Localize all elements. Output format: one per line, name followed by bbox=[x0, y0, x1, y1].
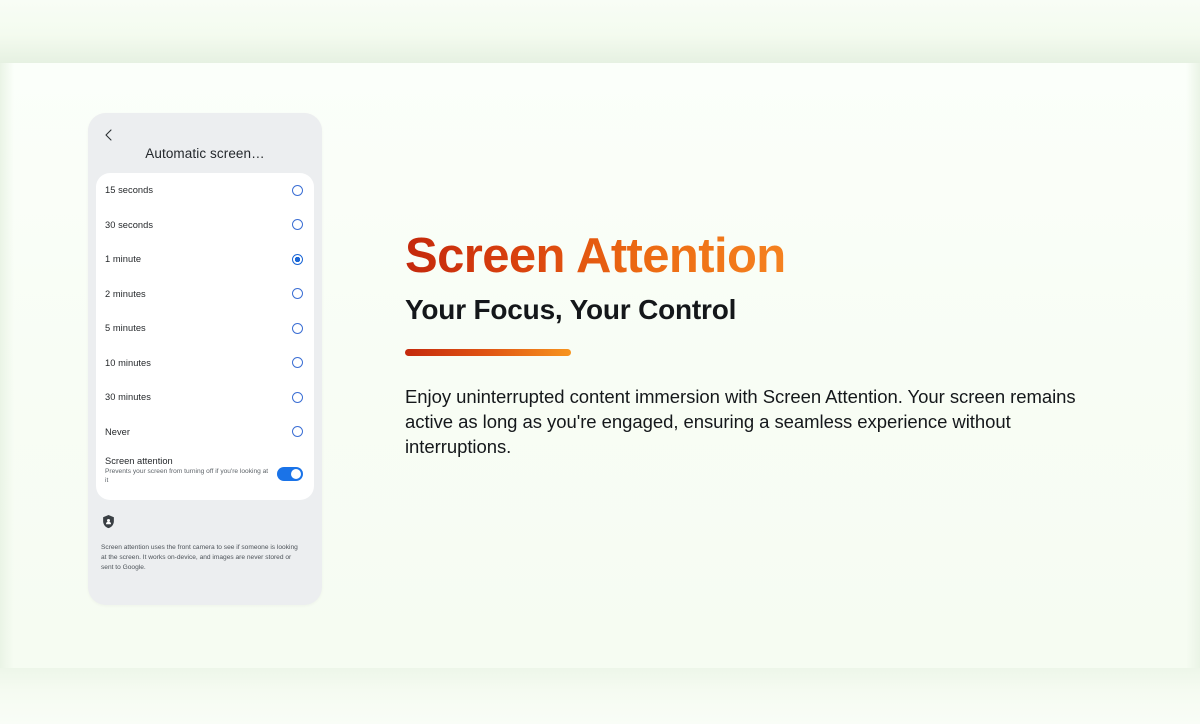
screen-attention-title: Screen attention bbox=[105, 456, 173, 466]
option-label: 15 seconds bbox=[105, 185, 154, 196]
background-edge-left bbox=[0, 63, 14, 668]
screen-attention-texts: Screen attention Prevents your screen fr… bbox=[105, 456, 270, 486]
phone-screen-title: Automatic screen… bbox=[145, 146, 265, 161]
list-item[interactable]: 2 minutes bbox=[96, 277, 314, 312]
radio-button-1-minute[interactable] bbox=[292, 253, 303, 265]
screen-attention-description: Prevents your screen from turning off if… bbox=[105, 468, 269, 484]
option-label: 5 minutes bbox=[105, 323, 146, 334]
radio-button-5-minutes[interactable] bbox=[292, 322, 303, 334]
list-item[interactable]: 30 seconds bbox=[96, 208, 314, 243]
marketing-content: Screen Attention Your Focus, Your Contro… bbox=[405, 229, 1135, 460]
page-title: Screen Attention bbox=[405, 229, 786, 283]
radio-button-2-minutes[interactable] bbox=[292, 288, 303, 300]
option-label: 30 seconds bbox=[105, 219, 154, 230]
body-paragraph: Enjoy uninterrupted content immersion wi… bbox=[405, 386, 1076, 458]
list-item[interactable]: Never bbox=[96, 415, 314, 450]
list-item[interactable]: 10 minutes bbox=[96, 346, 314, 381]
background-band-top bbox=[0, 0, 1200, 63]
list-item[interactable]: 30 minutes bbox=[96, 380, 314, 415]
page-subtitle: Your Focus, Your Control bbox=[405, 293, 737, 325]
screen-attention-row[interactable]: Screen attention Prevents your screen fr… bbox=[96, 449, 314, 498]
shield-privacy-icon bbox=[101, 514, 116, 529]
radio-button-30-minutes[interactable] bbox=[292, 391, 303, 403]
background-edge-right bbox=[1186, 63, 1200, 668]
option-label: 30 minutes bbox=[105, 392, 151, 403]
option-label: Never bbox=[105, 426, 131, 437]
radio-button-15-seconds[interactable] bbox=[292, 184, 303, 196]
timeout-options-card: 15 seconds 30 seconds 1 minute 2 minutes… bbox=[96, 173, 314, 500]
radio-button-never[interactable] bbox=[292, 426, 303, 438]
screen-attention-toggle[interactable] bbox=[277, 467, 303, 481]
privacy-info-section: Screen attention uses the front camera t… bbox=[88, 500, 322, 573]
radio-button-30-seconds[interactable] bbox=[292, 219, 303, 231]
background-band-bottom bbox=[0, 668, 1200, 724]
option-label: 1 minute bbox=[105, 254, 142, 265]
toggle-knob bbox=[290, 468, 302, 480]
list-item[interactable]: 5 minutes bbox=[96, 311, 314, 346]
chevron-left-icon[interactable] bbox=[102, 128, 116, 142]
option-label: 2 minutes bbox=[105, 288, 146, 299]
list-item[interactable]: 1 minute bbox=[96, 242, 314, 277]
phone-mockup: Automatic screen… 15 seconds 30 seconds … bbox=[88, 113, 322, 605]
privacy-info-text: Screen attention uses the front camera t… bbox=[101, 543, 298, 571]
option-label: 10 minutes bbox=[105, 357, 151, 368]
accent-divider-bar bbox=[405, 349, 571, 357]
list-item[interactable]: 15 seconds bbox=[96, 173, 314, 208]
radio-button-10-minutes[interactable] bbox=[292, 357, 303, 369]
phone-header: Automatic screen… bbox=[88, 113, 322, 173]
